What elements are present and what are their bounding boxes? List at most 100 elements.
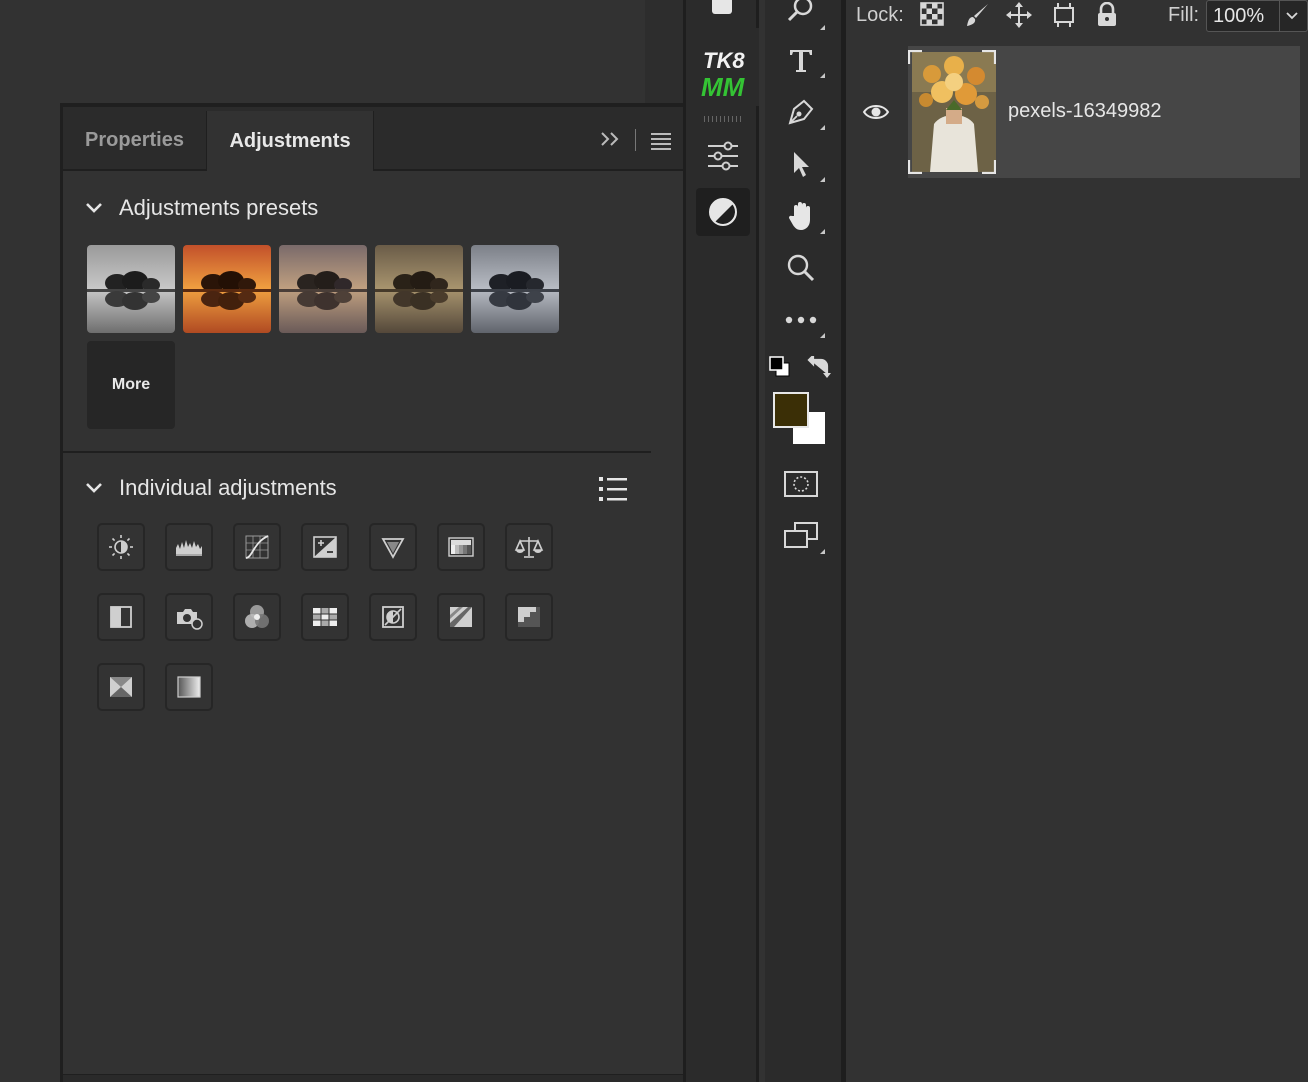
zoom-icon (787, 0, 813, 22)
logo-top-text: TK8 (703, 48, 745, 73)
more-tools[interactable] (779, 300, 825, 340)
dock-item-top[interactable] (712, 0, 732, 14)
color-lookup-icon (313, 608, 337, 626)
pen-tool[interactable] (779, 92, 825, 132)
threshold-button[interactable] (505, 593, 553, 641)
photo-filter-icon (177, 609, 203, 630)
exposure-icon (313, 536, 337, 558)
swap-colors-button[interactable] (807, 353, 831, 380)
selective-color-icon (110, 677, 132, 697)
chevron-down-icon (1285, 12, 1298, 20)
path-selection-tool[interactable] (779, 144, 825, 184)
adjustments-dock-button[interactable] (696, 188, 750, 236)
levels-button[interactable] (165, 523, 213, 571)
visibility-toggle[interactable] (862, 102, 890, 122)
exposure-button[interactable] (301, 523, 349, 571)
lock-label: Lock: (856, 4, 904, 26)
color-balance-button[interactable] (505, 523, 553, 571)
curves-icon (245, 535, 269, 559)
collapse-panel-icon[interactable] (599, 129, 623, 149)
tab-properties[interactable]: Properties (63, 111, 206, 169)
individual-section-title: Individual adjustments (119, 475, 337, 500)
more-tools-icon (785, 316, 817, 324)
foreground-color-swatch[interactable] (773, 392, 809, 428)
default-colors-button[interactable] (769, 356, 791, 378)
channel-mixer-icon (245, 605, 269, 628)
invert-icon (382, 606, 404, 628)
logo-bottom-text: MM (701, 72, 745, 102)
color-lookup-button[interactable] (301, 593, 349, 641)
list-view-icon[interactable] (599, 475, 629, 503)
sliders-icon (708, 141, 738, 171)
preset-thumbnail[interactable] (279, 245, 367, 333)
panel-strip (645, 0, 683, 104)
preset-thumbnail[interactable] (183, 245, 271, 333)
posterize-button[interactable] (437, 593, 485, 641)
black-white-icon (110, 606, 132, 628)
posterize-icon (450, 607, 472, 627)
plugin-logo[interactable]: TK8 MM (689, 28, 759, 106)
path-selection-icon (794, 152, 809, 177)
quick-mask-button[interactable] (779, 464, 823, 504)
section-divider (63, 451, 651, 453)
lock-all-button[interactable] (1096, 1, 1122, 28)
properties-dock-button[interactable] (696, 132, 750, 180)
more-presets-button[interactable]: More (87, 341, 175, 429)
zoom-tool-icon (787, 254, 815, 282)
dock-grip[interactable] (704, 116, 744, 122)
tab-adjustments[interactable]: Adjustments (206, 111, 374, 171)
levels-icon (176, 540, 202, 556)
lock-image-pixels-button[interactable] (964, 2, 990, 28)
lock-transparent-pixels-button[interactable] (920, 2, 946, 28)
adjustments-icon (709, 198, 737, 226)
lock-position-button[interactable] (1006, 2, 1032, 28)
panel-tab-bar: Properties Adjustments (63, 107, 683, 171)
lock-artboard-button[interactable] (1050, 2, 1076, 28)
panel-menu-icon[interactable] (651, 133, 671, 150)
layer-row[interactable]: pexels-16349982 (846, 46, 1300, 178)
layer-name[interactable]: pexels-16349982 (1008, 100, 1161, 123)
tab-separator (635, 129, 636, 151)
layers-panel: Lock: Fill: 100% pexels-16349982 (846, 0, 1308, 1082)
preset-thumbnail[interactable] (471, 245, 559, 333)
fill-input[interactable]: 100% (1206, 0, 1308, 32)
presets-section-header[interactable]: Adjustments presets (83, 195, 318, 221)
eye-icon (862, 105, 890, 119)
hand-tool[interactable] (779, 196, 825, 236)
type-tool[interactable] (779, 40, 825, 80)
hue-saturation-button[interactable] (437, 523, 485, 571)
zoom-tool[interactable] (779, 248, 823, 288)
tools-panel (765, 0, 841, 1082)
gradient-map-button[interactable] (165, 663, 213, 711)
vibrance-button[interactable] (369, 523, 417, 571)
fill-value[interactable]: 100% (1207, 5, 1279, 28)
pen-tool-icon (788, 99, 814, 125)
channel-mixer-button[interactable] (233, 593, 281, 641)
vibrance-icon (381, 538, 405, 559)
preset-thumbnail[interactable] (375, 245, 463, 333)
artboard-icon (1054, 3, 1074, 27)
swap-colors-icon (807, 353, 831, 378)
brightness-contrast-button[interactable] (97, 523, 145, 571)
type-tool-icon (790, 50, 812, 72)
panel-resize-bar[interactable] (63, 1074, 683, 1082)
curves-button[interactable] (233, 523, 281, 571)
panel-dock: TK8 MM (683, 0, 759, 1082)
screen-mode-button[interactable] (779, 516, 825, 556)
brush-icon (967, 4, 988, 26)
default-colors-icon (769, 356, 790, 377)
chevron-down-icon (86, 483, 102, 493)
zoom-tool-partial[interactable] (779, 0, 825, 32)
photo-filter-button[interactable] (165, 593, 213, 641)
fill-dropdown-button[interactable] (1279, 1, 1303, 31)
black-white-button[interactable] (97, 593, 145, 641)
lock-icon (1098, 1, 1116, 26)
color-balance-icon (514, 537, 544, 558)
invert-button[interactable] (369, 593, 417, 641)
quick-mask-icon (784, 471, 818, 497)
preset-thumbnail[interactable] (87, 245, 175, 333)
individual-section-header[interactable]: Individual adjustments (83, 475, 337, 501)
selective-color-button[interactable] (97, 663, 145, 711)
presets-section-title: Adjustments presets (119, 195, 319, 220)
threshold-icon (518, 607, 540, 627)
